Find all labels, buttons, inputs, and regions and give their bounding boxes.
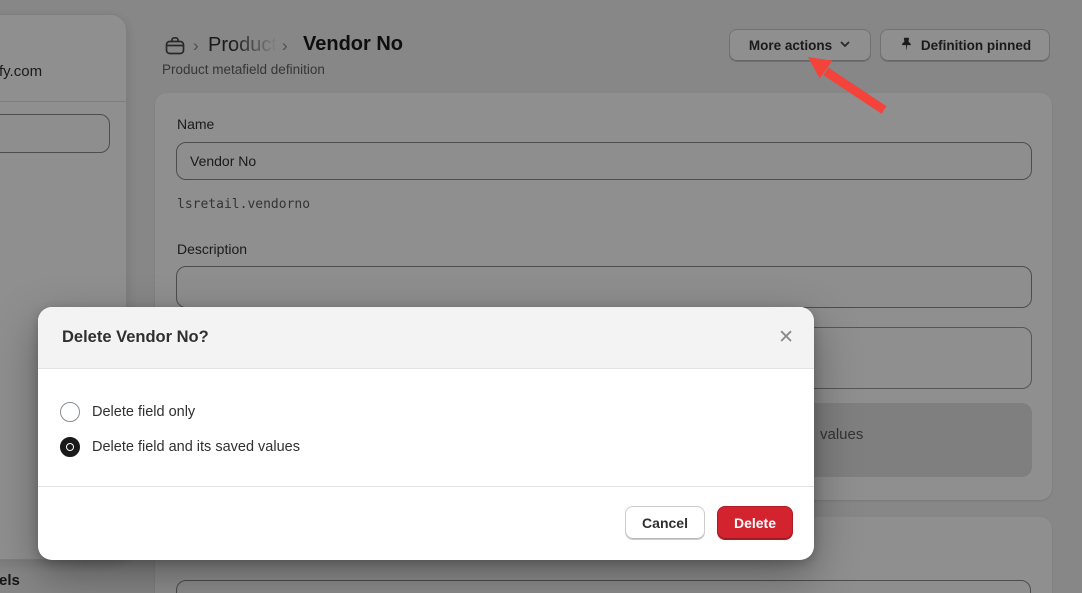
page: fy.com els › Product › Vendor No Product…: [0, 0, 1082, 593]
dialog-title: Delete Vendor No?: [62, 328, 209, 346]
radio-option-label: Delete field and its saved values: [92, 439, 300, 455]
close-icon[interactable]: ✕: [778, 307, 794, 368]
radio-option-label: Delete field only: [92, 404, 196, 420]
radio-option-delete-field-and-values[interactable]: Delete field and its saved values: [60, 437, 792, 457]
radio-option-delete-field-only[interactable]: Delete field only: [60, 402, 792, 422]
radio-unselected-icon[interactable]: [60, 402, 80, 422]
cancel-button[interactable]: Cancel: [625, 506, 705, 540]
dialog-header: Delete Vendor No? ✕: [38, 307, 814, 369]
dialog-footer: Cancel Delete: [38, 486, 814, 559]
delete-button[interactable]: Delete: [716, 506, 793, 540]
radio-selected-icon[interactable]: [60, 437, 80, 457]
delete-confirmation-dialog: Delete Vendor No? ✕ Delete field only De…: [38, 307, 814, 560]
dialog-body: Delete field only Delete field and its s…: [38, 369, 814, 486]
